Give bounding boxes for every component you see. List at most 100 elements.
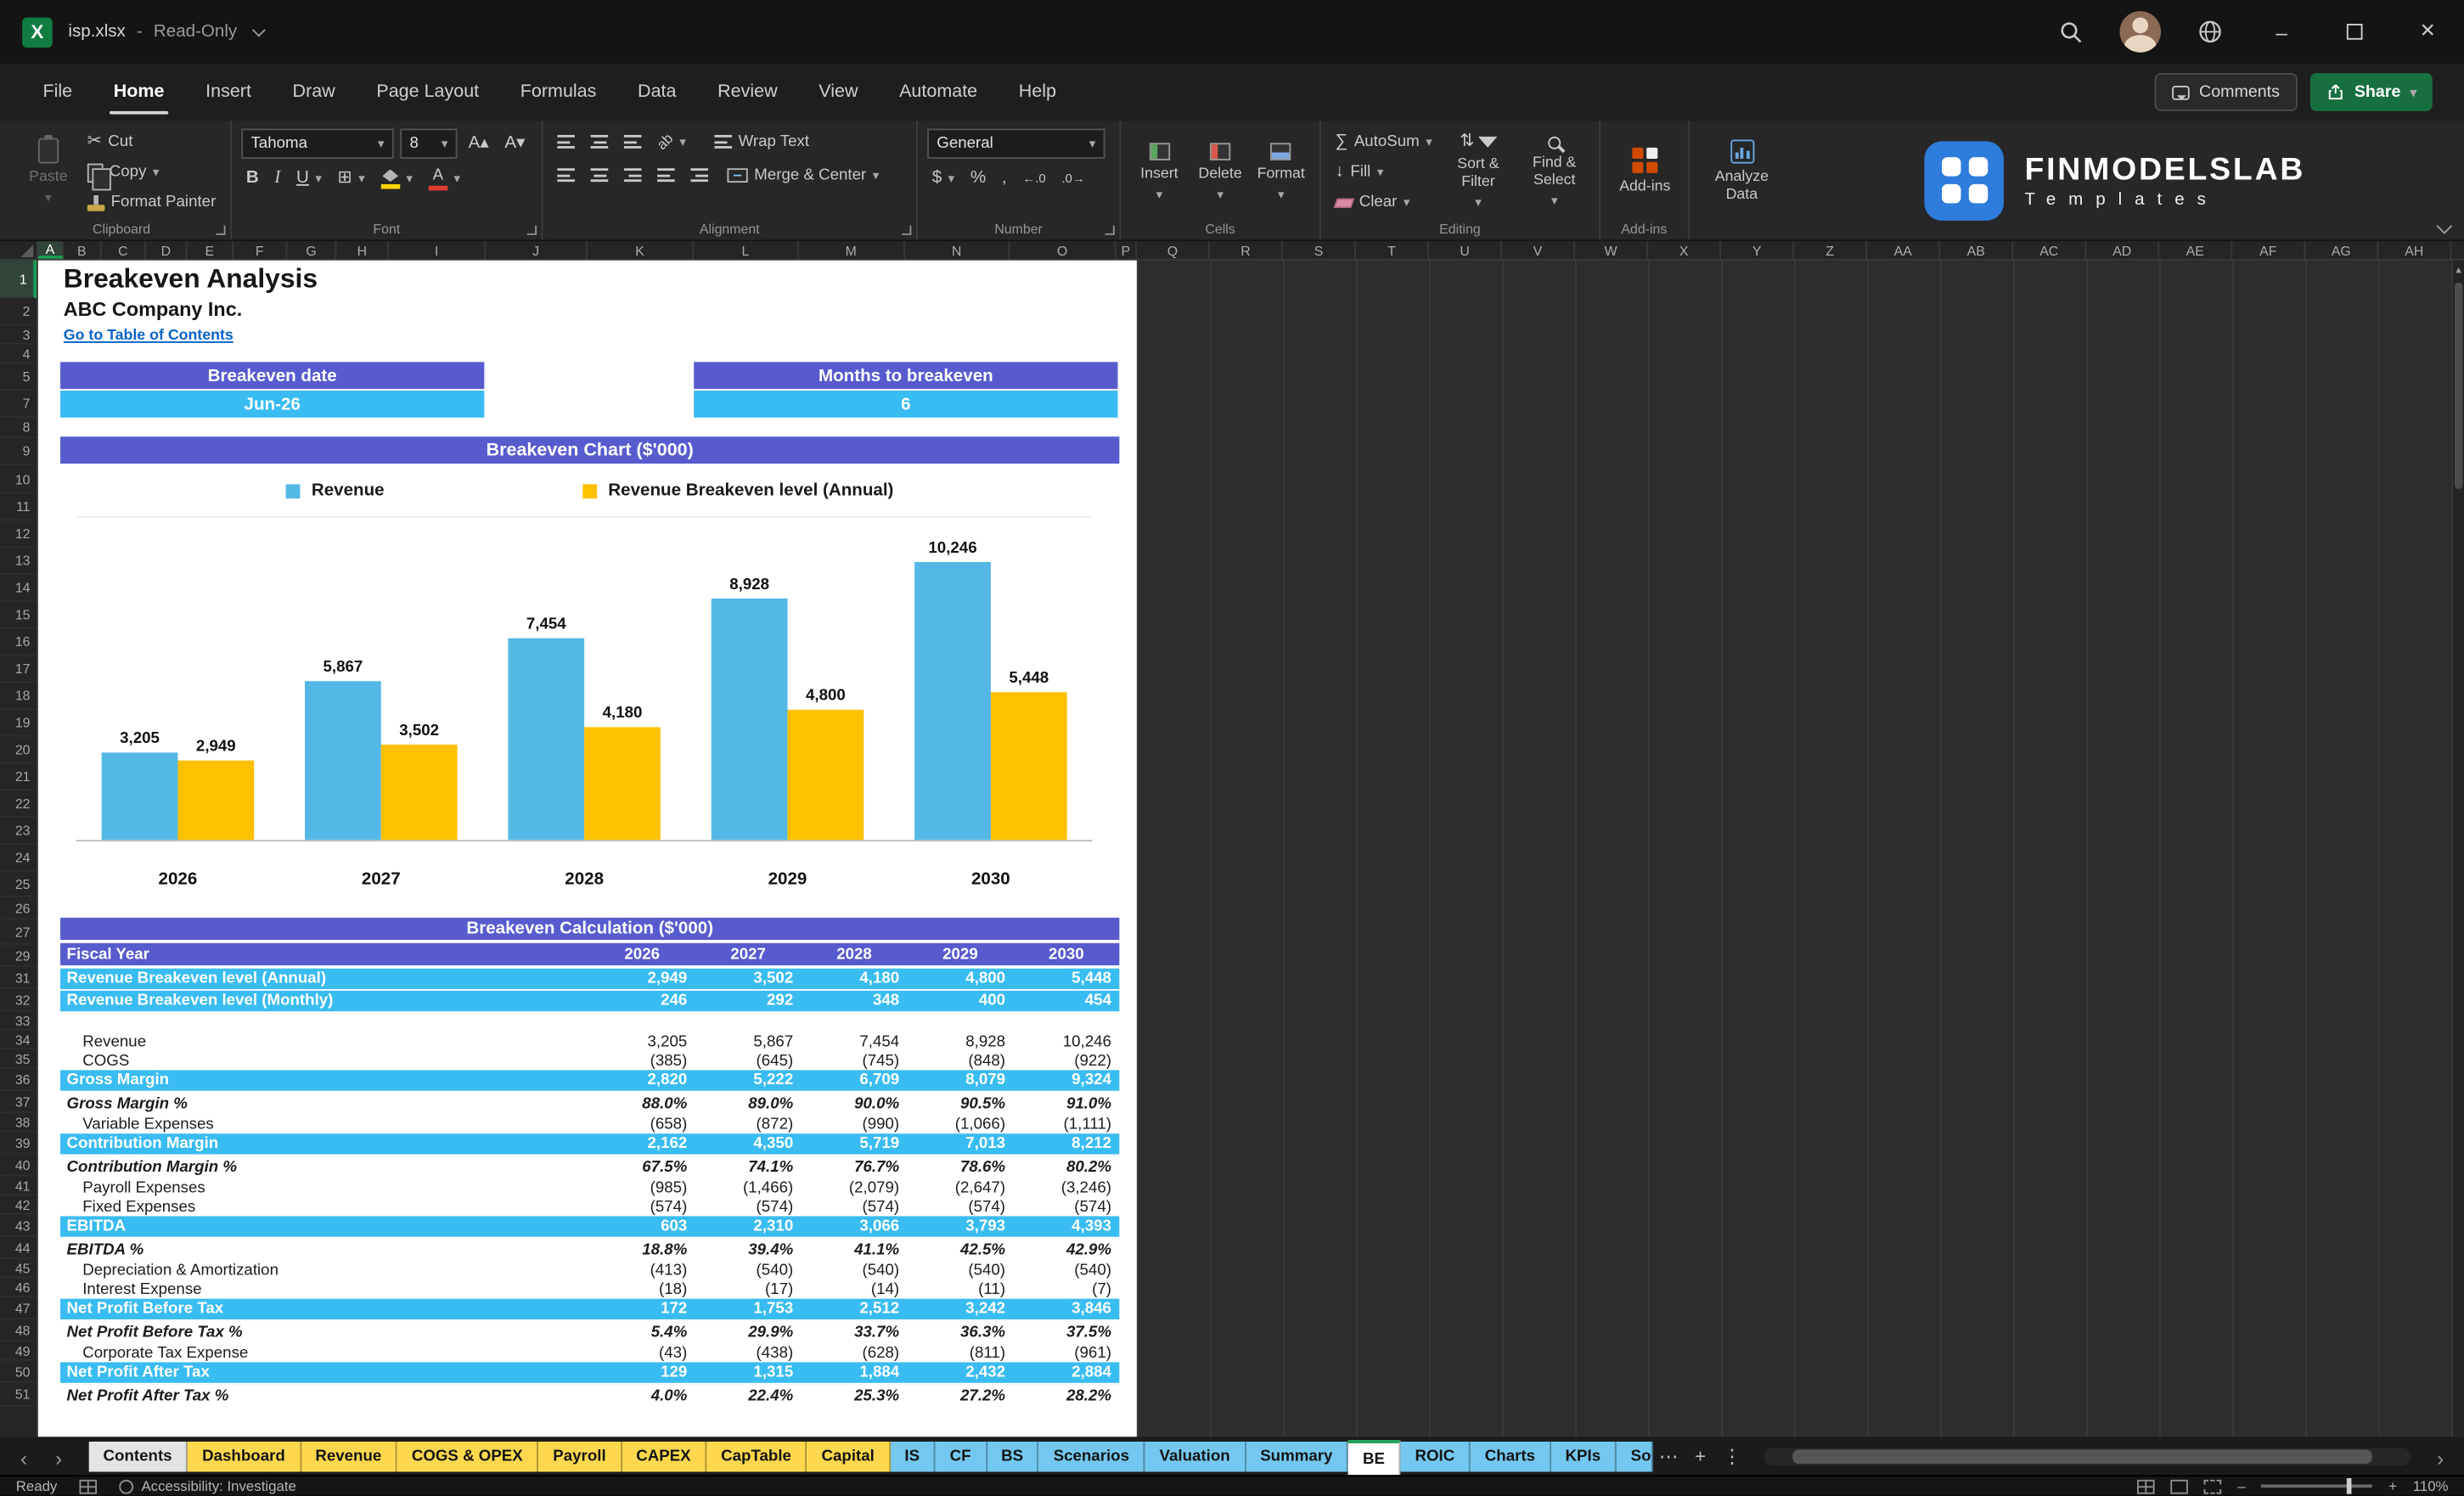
cell-fixed-expenses-2027[interactable]: (574) [695,1198,802,1216]
cell-net-profit-after-tax-2026[interactable]: 4.0% [589,1386,695,1404]
column-header-AE[interactable]: AE [2159,241,2232,259]
fill-button[interactable]: ↓Fill▾ [1330,159,1437,186]
horizontal-scroll-thumb[interactable] [1792,1449,2372,1464]
row-header-7[interactable]: 7 [0,391,37,418]
cell-cogs-2027[interactable]: (645) [695,1052,802,1070]
row-header-43[interactable]: 43 [0,1215,37,1237]
row-header-8[interactable]: 8 [0,418,37,438]
cell-cogs-2028[interactable]: (745) [802,1052,908,1070]
borders-button[interactable]: ⊞▾ [333,165,369,192]
row-header-11[interactable]: 11 [0,494,37,521]
cell-gross-margin-2029[interactable]: 8,079 [908,1071,1014,1089]
calc-row-variable-expenses[interactable]: Variable Expenses(658)(872)(990)(1,066)(… [60,1115,1119,1133]
sheet-tab-bs[interactable]: BS [987,1442,1039,1472]
column-header-O[interactable]: O [1010,241,1116,259]
row-header-9[interactable]: 9 [0,438,37,465]
cell-contribution-margin-2029[interactable]: 78.6% [908,1158,1014,1176]
column-header-P[interactable]: P [1117,241,1137,259]
search-button[interactable] [2035,0,2105,64]
menu-tab-insert[interactable]: Insert [185,64,272,121]
row-header-40[interactable]: 40 [0,1154,37,1176]
cell-revenue-breakeven-level-annual-2029[interactable]: 4,800 [908,970,1014,988]
bold-button[interactable]: B [241,165,263,192]
row-header-2[interactable]: 2 [0,299,37,326]
row-header-21[interactable]: 21 [0,763,37,790]
sheet-tab-summary[interactable]: Summary [1246,1442,1348,1472]
cell-interest-expense-2027[interactable]: (17) [695,1280,802,1298]
cell-interest-expense-2026[interactable]: (18) [589,1280,695,1298]
revenue-bar-2026[interactable] [102,752,178,840]
column-header-AA[interactable]: AA [1867,241,1940,259]
cell-contribution-margin-2029[interactable]: 7,013 [908,1135,1014,1153]
cell-cogs-2030[interactable]: (922) [1013,1052,1119,1070]
sheet-tab-charts[interactable]: Charts [1471,1442,1551,1472]
fill-color-button[interactable]: ▾ [376,165,418,192]
cell-fixed-expenses-2030[interactable]: (574) [1013,1198,1119,1216]
sheet-tab-capital[interactable]: Capital [807,1442,891,1472]
row-header-3[interactable]: 3 [0,325,37,344]
calc-row-gross-margin[interactable]: Gross Margin2,8205,2226,7098,0799,324 [60,1070,1119,1092]
cell-payroll-expenses-2026[interactable]: (985) [589,1178,695,1196]
column-header-A[interactable]: A [38,241,64,259]
breakeven-bar-2026[interactable] [177,761,254,841]
delete-cells-button[interactable]: Delete▾ [1191,128,1249,214]
column-header-J[interactable]: J [486,241,588,259]
column-header-AD[interactable]: AD [2086,241,2159,259]
number-format-combo[interactable]: General▾ [927,128,1105,159]
cell-depreciation-amortization-2028[interactable]: (540) [802,1262,908,1279]
cell-variable-expenses-2030[interactable]: (1,111) [1013,1116,1119,1133]
column-header-AB[interactable]: AB [1940,241,2013,259]
column-header-E[interactable]: E [188,241,233,259]
cell-depreciation-amortization-2030[interactable]: (540) [1013,1262,1119,1279]
wrap-text-button[interactable]: Wrap Text [710,128,814,155]
decrease-decimal-button[interactable]: .0→ [1057,165,1090,192]
column-header-Q[interactable]: Q [1137,241,1210,259]
cell-net-profit-before-tax-2027[interactable]: 29.9% [695,1324,802,1341]
sheet-tab-valuation[interactable]: Valuation [1145,1442,1246,1472]
fiscal-year-2028[interactable]: 2028 [802,946,908,964]
close-button[interactable]: × [2391,0,2464,64]
menu-tab-formulas[interactable]: Formulas [499,64,616,121]
calc-row-contribution-margin[interactable]: Contribution Margin %67.5%74.1%76.7%78.6… [60,1156,1119,1178]
cell-variable-expenses-2029[interactable]: (1,066) [908,1116,1014,1133]
font-size-combo[interactable]: 8▾ [400,128,457,159]
row-header-31[interactable]: 31 [0,967,37,989]
cell-ebitda-2026[interactable]: 18.8% [589,1240,695,1258]
fiscal-year-header-row[interactable]: Fiscal Year 20262027202820292030 [60,943,1119,965]
sheet-tab-cogs-opex[interactable]: COGS & OPEX [397,1442,538,1472]
cell-revenue-breakeven-level-annual-2027[interactable]: 3,502 [695,970,802,988]
column-header-C[interactable]: C [102,241,146,259]
breakeven-bar-2028[interactable] [584,727,661,840]
cell-net-profit-before-tax-2028[interactable]: 33.7% [802,1324,908,1341]
row-header-47[interactable]: 47 [0,1297,37,1319]
revenue-bar-2029[interactable] [712,599,788,840]
column-header-Y[interactable]: Y [1721,241,1794,259]
cell-net-profit-after-tax-2028[interactable]: 1,884 [802,1364,908,1381]
revenue-bar-2027[interactable] [305,681,381,840]
row-header-34[interactable]: 34 [0,1031,37,1049]
comma-style-button[interactable]: , [997,165,1011,192]
share-button[interactable]: Share ▾ [2309,73,2432,111]
row-header-46[interactable]: 46 [0,1278,37,1296]
calc-row-revenue-breakeven-level-monthly[interactable]: Revenue Breakeven level (Monthly)2462923… [60,991,1119,1013]
sheet-tab-contents[interactable]: Contents [89,1442,188,1472]
vertical-scrollbar[interactable]: ▴ [2453,261,2464,1437]
table-of-contents-link[interactable]: Go to Table of Contents [64,327,233,345]
cell-contribution-margin-2028[interactable]: 76.7% [802,1158,908,1176]
cell-gross-margin-2026[interactable]: 2,820 [589,1071,695,1089]
cell-payroll-expenses-2029[interactable]: (2,647) [908,1178,1014,1196]
breakeven-date-value[interactable]: Jun-26 [60,391,484,418]
align-bottom-button[interactable] [619,128,646,155]
cell-ebitda-2026[interactable]: 603 [589,1218,695,1235]
calc-row-corporate-tax-expense[interactable]: Corporate Tax Expense(43)(438)(628)(811)… [60,1343,1119,1362]
row-header-10[interactable]: 10 [0,465,37,494]
column-header-S[interactable]: S [1283,241,1356,259]
cell-contribution-margin-2027[interactable]: 74.1% [695,1158,802,1176]
accounting-format-button[interactable]: $▾ [927,165,959,192]
cell-revenue-breakeven-level-annual-2030[interactable]: 5,448 [1013,970,1119,988]
calc-row-cogs[interactable]: COGS(385)(645)(745)(848)(922) [60,1051,1119,1070]
cell-depreciation-amortization-2026[interactable]: (413) [589,1262,695,1279]
sheet-canvas[interactable]: Breakeven Analysis ABC Company Inc. Go t… [38,261,2456,1437]
column-header-D[interactable]: D [146,241,188,259]
cell-interest-expense-2030[interactable]: (7) [1013,1280,1119,1298]
